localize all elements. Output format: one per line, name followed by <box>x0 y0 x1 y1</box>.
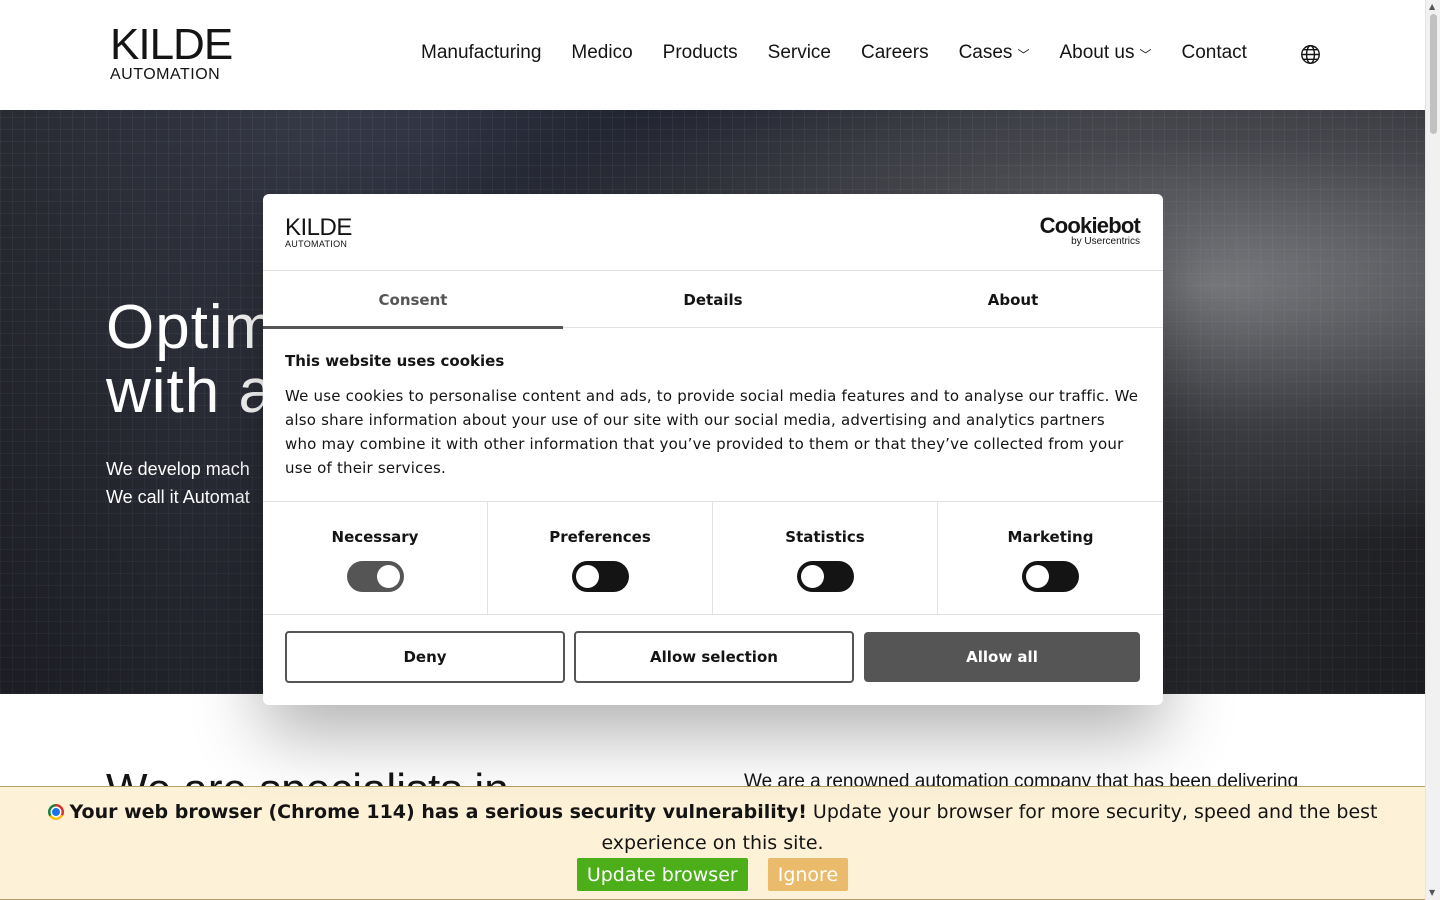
nav-item-contact[interactable]: Contact <box>1181 42 1246 64</box>
scroll-down-icon[interactable]: ▼ <box>1429 888 1435 897</box>
ignore-button[interactable]: Ignore <box>767 858 849 891</box>
toggle-knob <box>800 565 824 588</box>
main-nav: Manufacturing Medico Products Service Career… <box>421 42 1277 64</box>
nav-item-label: Medico <box>571 42 633 63</box>
nav-item-label: Contact <box>1181 42 1247 63</box>
logo-sub-text: AUTOMATION <box>110 66 221 83</box>
nav-item-label: About us <box>1059 42 1135 63</box>
toggle-knob <box>1026 565 1049 588</box>
toggle-knob <box>575 565 599 588</box>
hero-subtitle: We develop mach We call it Automat <box>106 455 250 511</box>
dialog-body: This website uses cookies We use cookies… <box>285 352 1141 480</box>
deny-button[interactable]: Deny <box>285 631 565 683</box>
nav-item-manufacturing[interactable]: Manufacturing <box>421 42 541 64</box>
update-browser-button[interactable]: Update browser <box>576 858 748 891</box>
dialog-logo-main: KILDE <box>285 214 352 241</box>
cookie-description: We use cookies to personalise content an… <box>285 387 1139 477</box>
tab-consent[interactable]: Consent <box>263 271 563 329</box>
necessary-toggle[interactable] <box>346 561 404 592</box>
globe-icon[interactable] <box>1300 44 1321 65</box>
category-marketing: Marketing <box>938 502 1163 615</box>
nav-item-careers[interactable]: Careers <box>861 42 929 64</box>
category-label: Necessary <box>331 528 419 546</box>
cookie-consent-dialog: KILDE AUTOMATION Cookiebot by Usercentri… <box>263 194 1163 705</box>
hero-subtitle-line-1: We develop mach <box>106 459 250 479</box>
preferences-toggle[interactable] <box>571 561 629 592</box>
nav-item-label: Manufacturing <box>421 42 542 63</box>
scroll-up-icon[interactable]: ▲ <box>1429 2 1435 11</box>
category-preferences: Preferences <box>488 502 713 615</box>
browser-update-bar: Your web browser (Chrome 114) has a seri… <box>0 786 1425 900</box>
category-necessary: Necessary <box>263 502 488 615</box>
nav-item-label: Cases <box>958 42 1013 63</box>
nav-item-label: Products <box>662 42 738 63</box>
hero-title-line-1: Optim <box>106 293 277 362</box>
marketing-toggle[interactable] <box>1022 561 1079 592</box>
category-label: Marketing <box>1007 528 1094 546</box>
update-message: Your web browser (Chrome 114) has a seri… <box>0 797 1425 859</box>
nav-item-medico[interactable]: Medico <box>571 42 632 64</box>
dialog-buttons: Deny Allow selection Allow all <box>285 631 1141 684</box>
page-scrollbar[interactable]: ▲ ▼ <box>1425 0 1440 900</box>
toggle-knob <box>376 565 400 588</box>
hero-title: Optim with a <box>106 296 276 424</box>
cookiebot-logo[interactable]: Cookiebot by Usercentrics <box>1039 213 1141 248</box>
update-actions: Update browser Ignore <box>0 858 1425 891</box>
hero-subtitle-line-2: We call it Automat <box>106 487 250 507</box>
chrome-icon <box>47 804 64 820</box>
dialog-header: KILDE AUTOMATION Cookiebot by Usercentri… <box>263 194 1163 271</box>
category-statistics: Statistics <box>713 502 938 615</box>
tab-about[interactable]: About <box>863 271 1163 328</box>
cookie-heading: This website uses cookies <box>285 352 505 370</box>
tab-details[interactable]: Details <box>563 271 863 328</box>
chevron-down-icon: ﹀ <box>1139 47 1152 62</box>
chevron-down-icon: ﹀ <box>1017 47 1030 62</box>
nav-item-about-us[interactable]: About us ﹀ <box>1059 42 1151 64</box>
dialog-tabs: Consent Details About <box>263 271 1163 329</box>
nav-item-label: Careers <box>861 42 929 63</box>
nav-item-products[interactable]: Products <box>663 42 738 64</box>
dialog-logo: KILDE AUTOMATION <box>285 214 352 250</box>
cookiebot-name: Cookiebot <box>1039 213 1141 238</box>
scroll-thumb[interactable] <box>1430 14 1437 134</box>
allow-selection-button[interactable]: Allow selection <box>574 631 854 683</box>
allow-all-button[interactable]: Allow all <box>864 632 1140 682</box>
dialog-logo-sub: AUTOMATION <box>285 239 348 249</box>
statistics-toggle[interactable] <box>796 561 854 592</box>
cookie-category-toggles: Necessary Preferences Statistics Marketing <box>263 501 1163 615</box>
site-logo[interactable]: KILDE AUTOMATION <box>110 20 233 84</box>
hero-title-line-2: with a <box>106 357 274 426</box>
update-warning-bold: Your web browser (Chrome 114) has a seri… <box>69 801 807 823</box>
nav-item-cases[interactable]: Cases ﹀ <box>959 42 1030 64</box>
nav-item-service[interactable]: Service <box>768 42 831 64</box>
category-label: Preferences <box>549 528 651 546</box>
category-label: Statistics <box>785 528 865 546</box>
nav-item-label: Service <box>767 42 831 63</box>
logo-main-text: KILDE <box>110 20 233 69</box>
site-header: KILDE AUTOMATION Manufacturing Medico Prod… <box>0 0 1425 110</box>
